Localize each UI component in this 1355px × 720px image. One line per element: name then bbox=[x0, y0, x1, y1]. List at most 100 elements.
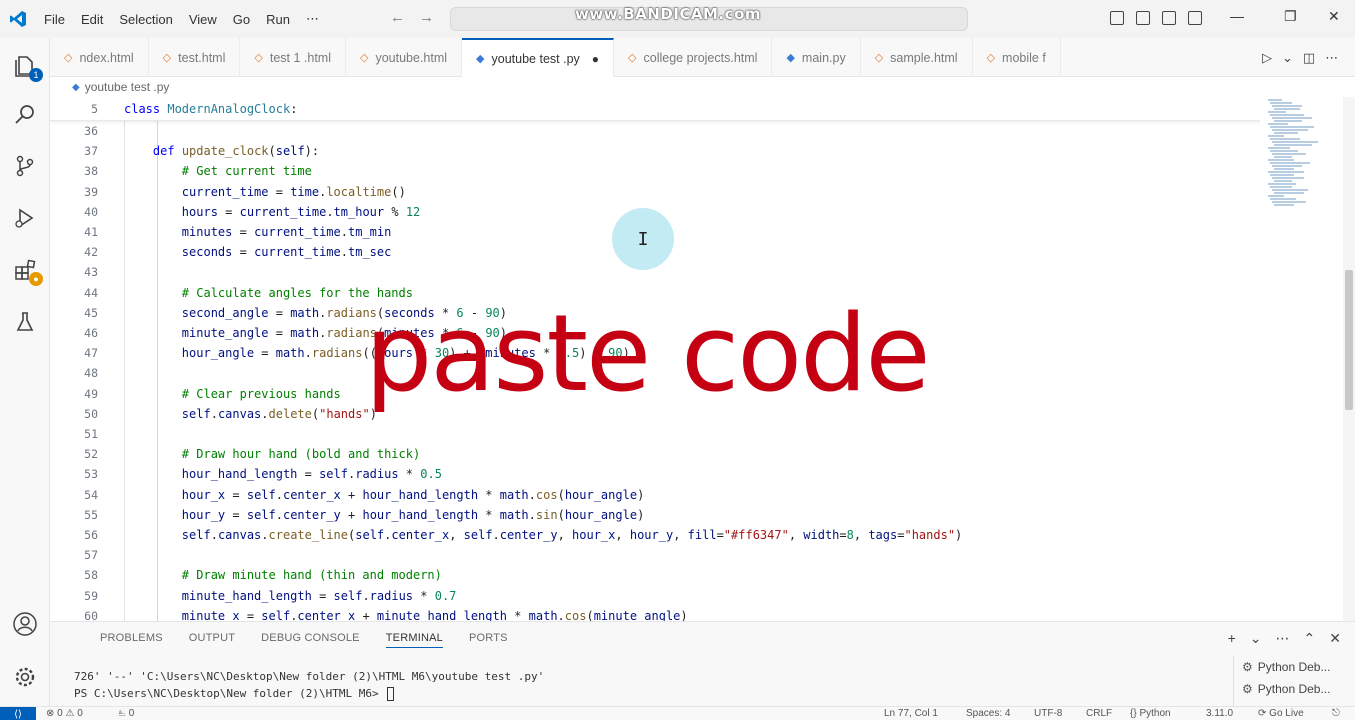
cursor-position[interactable]: Ln 77, Col 1 bbox=[884, 708, 938, 719]
line-number: 43 bbox=[84, 265, 98, 280]
forward-arrow-icon[interactable]: → bbox=[419, 9, 434, 26]
eol-status[interactable]: CRLF bbox=[1086, 708, 1112, 719]
terminal-prompt[interactable]: PS C:\Users\NC\Desktop\New folder (2)\HT… bbox=[74, 687, 395, 701]
editor-tab[interactable]: ◇ sample.html bbox=[861, 38, 973, 77]
split-editor-icon[interactable]: ◫ bbox=[1303, 50, 1315, 66]
extensions-icon[interactable]: ● bbox=[11, 256, 43, 286]
notifications-bell-icon[interactable]: ⎋ bbox=[1332, 708, 1340, 719]
code-line[interactable]: 55 hour_y = self.center_y + hour_hand_le… bbox=[50, 505, 1260, 525]
code-token: math bbox=[275, 346, 305, 361]
menu-item[interactable]: File bbox=[36, 12, 73, 27]
restore-icon[interactable]: ❐ bbox=[1284, 8, 1297, 25]
line-number: 41 bbox=[84, 225, 98, 239]
code-line[interactable]: 39 current_time = time.localtime() bbox=[50, 182, 1260, 202]
menu-item[interactable]: View bbox=[181, 12, 225, 27]
panel-tab[interactable]: TERMINAL bbox=[385, 632, 443, 648]
panel-tab[interactable]: PROBLEMS bbox=[100, 632, 163, 648]
editor-tab[interactable]: ◇ test.html bbox=[149, 38, 241, 77]
editor-tab[interactable]: ◆ youtube test .py ● bbox=[462, 38, 615, 77]
minimap-line bbox=[1272, 117, 1312, 119]
toggle-secondary-sidebar-icon[interactable] bbox=[1162, 11, 1176, 25]
toggle-sidebar-icon[interactable] bbox=[1110, 11, 1124, 25]
code-line[interactable]: 52 # Draw hour hand (bold and thick) bbox=[50, 444, 1260, 464]
testing-icon[interactable] bbox=[11, 308, 39, 336]
run-dropdown-icon[interactable]: ⌄ bbox=[1282, 50, 1293, 66]
html-icon: ◇ bbox=[986, 52, 996, 64]
code-token: = bbox=[254, 346, 276, 361]
code-line[interactable]: 54 hour_x = self.center_x + hour_hand_le… bbox=[50, 485, 1260, 505]
language-mode[interactable]: {} Python bbox=[1130, 708, 1171, 719]
customize-layout-icon[interactable] bbox=[1188, 11, 1202, 25]
minimize-icon[interactable]: — bbox=[1230, 8, 1244, 24]
terminal-dropdown-icon[interactable]: ⌄ bbox=[1250, 630, 1262, 647]
editor-tab[interactable]: ◆ main.py bbox=[772, 38, 861, 77]
code-line[interactable]: 57 bbox=[50, 545, 1260, 565]
go-live-button[interactable]: ⟳ Go Live bbox=[1258, 708, 1304, 719]
code-line[interactable]: 53 hour_hand_length = self.radius * 0.5 bbox=[50, 464, 1260, 484]
panel-tab[interactable]: DEBUG CONSOLE bbox=[261, 632, 360, 648]
code-line[interactable]: 36 bbox=[50, 121, 1260, 141]
sticky-scroll-header[interactable]: 5 class ModernAnalogClock: bbox=[50, 97, 1260, 121]
line-number: 60 bbox=[84, 608, 98, 621]
html-icon: ◇ bbox=[254, 52, 263, 64]
run-file-icon[interactable]: ▷ bbox=[1262, 50, 1272, 66]
new-terminal-icon[interactable]: + bbox=[1228, 630, 1236, 647]
menu-item[interactable]: Go bbox=[225, 12, 258, 27]
code-line[interactable]: 51 bbox=[50, 424, 1260, 444]
editor-tab[interactable]: ◇ test 1 .html bbox=[240, 38, 346, 77]
search-icon[interactable] bbox=[11, 100, 39, 128]
unsaved-dot-icon[interactable]: ● bbox=[592, 52, 599, 66]
panel-tab[interactable]: OUTPUT bbox=[189, 632, 235, 648]
code-line[interactable]: 56 self.canvas.create_line(self.center_x… bbox=[50, 525, 1260, 545]
code-line[interactable]: 60 minute_x = self. center_x + minute_han… bbox=[50, 606, 1260, 621]
close-panel-icon[interactable]: ✕ bbox=[1329, 630, 1341, 647]
remote-indicator-icon[interactable]: ⟨⟩ bbox=[0, 707, 36, 720]
scrollbar-thumb[interactable] bbox=[1345, 270, 1353, 410]
code-token: ): bbox=[304, 144, 320, 159]
breadcrumb[interactable]: ◆ youtube test .py bbox=[50, 77, 1260, 97]
more-actions-icon[interactable]: ⋯ bbox=[1325, 50, 1338, 66]
breadcrumb-file[interactable]: youtube test .py bbox=[85, 80, 170, 94]
code-token: . bbox=[528, 487, 536, 502]
terminal-list-item[interactable]: ⚙ Python Deb... bbox=[1234, 678, 1355, 700]
code-line[interactable]: 38 # Get current time bbox=[50, 161, 1260, 181]
explorer-icon[interactable]: 1 bbox=[11, 52, 43, 82]
code-token: sin bbox=[535, 507, 558, 522]
ports-status[interactable]: ⎁ 0 bbox=[118, 708, 134, 719]
back-arrow-icon[interactable]: ← bbox=[390, 9, 405, 26]
code-line[interactable]: 59 minute_hand_length = self.radius * 0.… bbox=[50, 586, 1260, 606]
code-text: minute_hand_length = self.radius * 0.7 bbox=[124, 589, 457, 603]
settings-gear-icon[interactable] bbox=[11, 663, 39, 691]
close-window-icon[interactable]: ✕ bbox=[1328, 8, 1340, 25]
encoding-status[interactable]: UTF-8 bbox=[1034, 708, 1062, 719]
code-line[interactable]: 37 def update_clock(self): bbox=[50, 141, 1260, 161]
editor-tab[interactable]: ◇ youtube.html bbox=[346, 38, 463, 77]
terminal-list-item[interactable]: ⚙ Python Deb... bbox=[1234, 656, 1355, 678]
editor-tab[interactable]: ◇ mobile f bbox=[973, 38, 1061, 77]
editor-tab[interactable]: ◇ college projects.html bbox=[614, 38, 773, 77]
code-token: . bbox=[261, 406, 269, 421]
problems-status[interactable]: ⊗ 0 ⚠ 0 bbox=[46, 708, 83, 719]
maximize-panel-icon[interactable]: ⌃ bbox=[1304, 630, 1316, 647]
editor-tab[interactable]: ◇ ndex.html bbox=[50, 38, 149, 77]
run-debug-icon[interactable] bbox=[11, 204, 39, 232]
code-token: current_time bbox=[181, 184, 269, 199]
menu-item[interactable]: ⋯ bbox=[298, 11, 327, 27]
code-token: = bbox=[232, 245, 255, 260]
menu-item[interactable]: Selection bbox=[111, 12, 180, 27]
html-icon: ◇ bbox=[874, 52, 884, 64]
code-token: delete bbox=[268, 406, 312, 421]
menu-item[interactable]: Run bbox=[258, 12, 298, 27]
python-version[interactable]: 3.11.0 bbox=[1206, 708, 1233, 719]
source-control-icon[interactable] bbox=[11, 152, 39, 180]
account-icon[interactable] bbox=[11, 610, 39, 638]
more-actions-icon[interactable]: ⋯ bbox=[1276, 630, 1290, 647]
indentation-status[interactable]: Spaces: 4 bbox=[966, 708, 1010, 719]
toggle-panel-icon[interactable] bbox=[1136, 11, 1150, 25]
menu-item[interactable]: Edit bbox=[73, 12, 111, 27]
panel-tab[interactable]: PORTS bbox=[469, 632, 508, 648]
minimap[interactable] bbox=[1262, 97, 1342, 621]
code-line[interactable]: 58 # Draw minute hand (thin and modern) bbox=[50, 565, 1260, 585]
